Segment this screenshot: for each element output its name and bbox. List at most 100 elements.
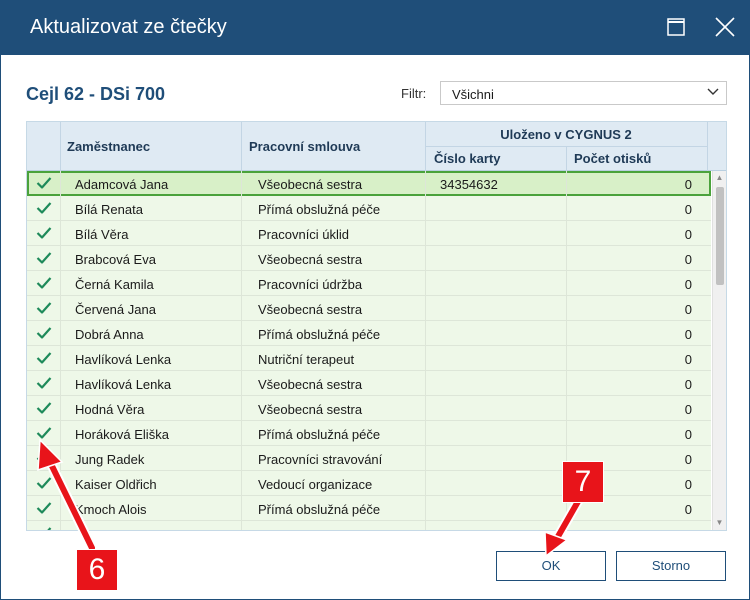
filter-label: Filtr: [401,86,427,101]
row-check-cell [27,471,60,496]
checkmark-icon [36,327,52,339]
annotation-marker-6: 6 [76,549,118,591]
table-row[interactable]: Adamcová Jana Všeobecná sestra 34354632 … [27,171,711,196]
row-check-cell [27,271,60,296]
row-check-cell [27,246,60,271]
employee-name: Hodná Věra [75,402,145,417]
column-header-employee[interactable]: Zaměstnanec [67,139,150,154]
table-row[interactable] [27,521,711,530]
table-row[interactable]: Horáková Eliška Přímá obslužná péče 0 [27,421,711,446]
print-count: 0 [684,252,692,267]
ok-button[interactable]: OK [496,551,606,581]
card-number: 34354632 [440,177,498,192]
row-check-cell [27,296,60,321]
checkmark-icon [36,352,52,364]
row-check-cell [27,171,60,196]
checkmark-icon [36,377,52,389]
close-icon [715,17,735,37]
table-row[interactable]: Jung Radek Pracovníci stravování 0 [27,446,711,471]
scroll-down-icon[interactable]: ▼ [713,516,726,530]
card-number [440,446,570,471]
column-group-header: Uloženo v CYGNUS 2 [500,127,632,142]
row-check-cell [27,446,60,471]
checkmark-icon [47,527,52,530]
table-row[interactable]: Červená Jana Všeobecná sestra 0 [27,296,711,321]
print-count: 0 [684,352,692,367]
contract-type: Nutriční terapeut [258,352,355,367]
employee-name: Horáková Eliška [75,427,169,442]
table-row[interactable]: Černá Kamila Pracovníci údržba 0 [27,271,711,296]
checkmark-icon [36,227,52,239]
card-number [440,196,570,221]
contract-type: Přímá obslužná péče [258,502,381,517]
grid-header: Zaměstnanec Pracovní smlouva Uloženo v C… [27,122,726,171]
card-number [440,346,570,371]
card-number [440,471,570,496]
card-number [440,296,570,321]
column-header-card[interactable]: Číslo karty [434,151,500,166]
card-number [440,496,570,521]
table-row[interactable]: Havlíková Lenka Nutriční terapeut 0 [27,346,711,371]
employee-name: Havlíková Lenka [75,352,172,367]
checkmark-icon [36,452,52,464]
annotation-marker-7: 7 [562,461,604,503]
column-header-prints[interactable]: Počet otisků [574,151,651,166]
card-number [440,396,570,421]
table-row[interactable]: Hodná Věra Všeobecná sestra 0 [27,396,711,421]
grid-rows: Adamcová Jana Všeobecná sestra 34354632 … [27,171,711,530]
card-number [440,221,570,246]
row-check-cell [27,421,60,446]
contract-type: Pracovníci stravování [258,452,383,467]
row-check-cell [27,221,60,246]
cancel-button[interactable]: Storno [616,551,726,581]
contract-type [258,521,425,530]
print-count: 0 [684,202,692,217]
print-count: 0 [684,402,692,417]
filter-value: Všichni [452,87,494,102]
table-row[interactable]: Dobrá Anna Přímá obslužná péče 0 [27,321,711,346]
vertical-scrollbar[interactable]: ▲ ▼ [712,171,726,530]
contract-type: Všeobecná sestra [258,252,363,267]
scroll-up-icon[interactable]: ▲ [713,171,726,185]
close-button[interactable] [712,14,738,40]
filter-select[interactable]: Všichni [440,81,727,105]
table-row[interactable]: Havlíková Lenka Všeobecná sestra 0 [27,371,711,396]
checkmark-icon [36,202,52,214]
contract-type: Všeobecná sestra [258,302,363,317]
print-count: 0 [684,377,692,392]
column-header-contract[interactable]: Pracovní smlouva [249,139,360,154]
employee-name: Červená Jana [75,302,156,317]
table-row[interactable]: Kmoch Alois Přímá obslužná péče 0 [27,496,711,521]
row-check-cell [27,396,60,421]
print-count: 0 [684,327,692,342]
checkmark-icon [36,477,52,489]
row-check-cell [27,371,60,396]
table-row[interactable]: Brabcová Eva Všeobecná sestra 0 [27,246,711,271]
checkmark-icon [36,402,52,414]
page-title: Cejl 62 - DSi 700 [26,84,166,104]
print-count: 0 [684,302,692,317]
row-check-cell [27,346,60,371]
table-row[interactable]: Kaiser Oldřich Vedoucí organizace 0 [27,471,711,496]
row-check-cell [27,496,60,521]
row-check-cell [27,196,60,221]
employee-name: Jung Radek [75,452,145,467]
print-count: 0 [684,427,692,442]
row-check-cell [27,521,60,530]
scrollbar-thumb[interactable] [716,187,724,285]
checkmark-icon [36,177,52,189]
contract-type: Přímá obslužná péče [258,427,381,442]
print-count: 0 [684,277,692,292]
card-number [440,246,570,271]
maximize-button[interactable] [663,14,689,40]
print-count: 0 [684,177,692,192]
contract-type: Pracovníci údržba [258,277,363,292]
employee-name: Adamcová Jana [75,177,169,192]
table-row[interactable]: Bílá Věra Pracovníci úklid 0 [27,221,711,246]
table-row[interactable]: Bílá Renata Přímá obslužná péče 0 [27,196,711,221]
print-count [567,521,692,530]
card-number [440,371,570,396]
checkmark-icon [36,277,52,289]
employee-name: Černá Kamila [75,277,154,292]
card-number [440,321,570,346]
